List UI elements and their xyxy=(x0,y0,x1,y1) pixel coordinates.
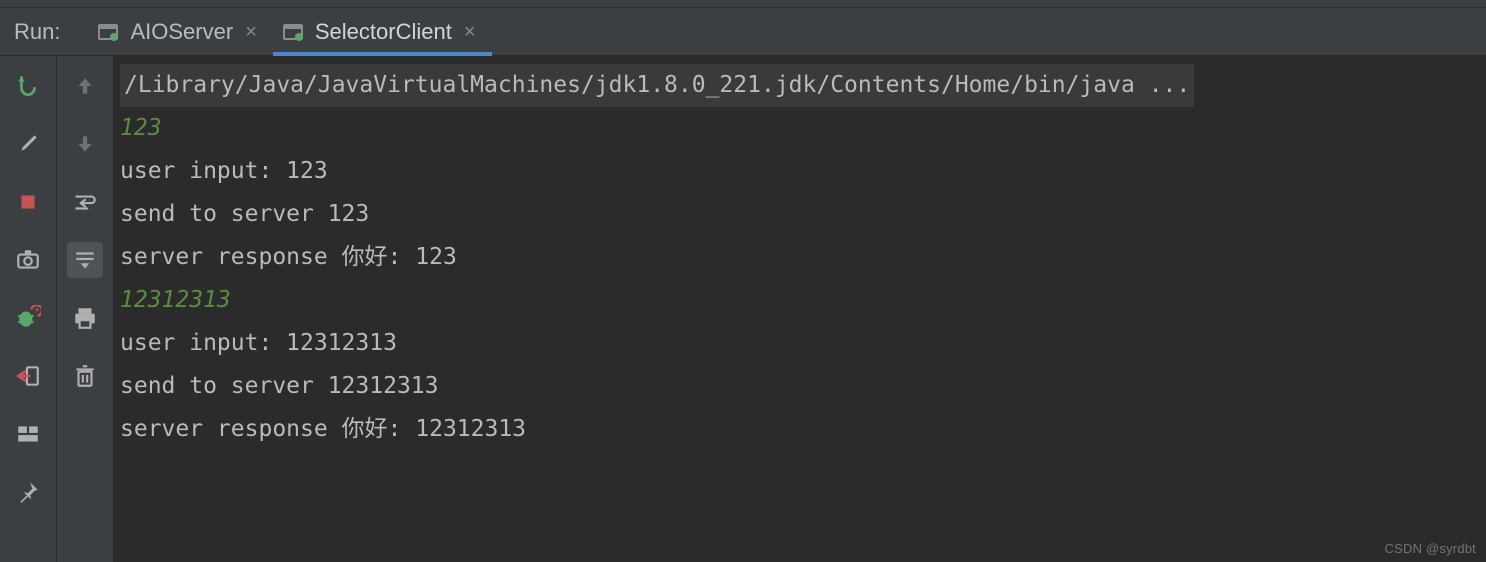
watermark: CSDN @syrdbt xyxy=(1385,541,1476,556)
run-label: Run: xyxy=(14,19,60,45)
rerun-button[interactable] xyxy=(10,68,46,104)
dump-threads-button[interactable] xyxy=(10,242,46,278)
clear-button[interactable] xyxy=(67,358,103,394)
console-line: user input: 123 xyxy=(120,150,1480,193)
attach-debugger-button[interactable] xyxy=(10,300,46,336)
pin-button[interactable] xyxy=(10,474,46,510)
close-icon[interactable]: × xyxy=(243,22,259,42)
tab-label: AIOServer xyxy=(130,19,233,45)
console-line: 12312313 xyxy=(120,279,1480,322)
soft-wrap-button[interactable] xyxy=(67,184,103,220)
console-line: 123 xyxy=(120,107,1480,150)
console-line: /Library/Java/JavaVirtualMachines/jdk1.8… xyxy=(120,64,1480,107)
run-body: /Library/Java/JavaVirtualMachines/jdk1.8… xyxy=(0,56,1486,562)
edit-config-button[interactable] xyxy=(10,126,46,162)
console-line: send to server 12312313 xyxy=(120,365,1480,408)
console-output[interactable]: /Library/Java/JavaVirtualMachines/jdk1.8… xyxy=(114,56,1486,562)
console-toolbar xyxy=(57,56,114,562)
console-line: server response 你好: 12312313 xyxy=(120,408,1480,451)
layout-button[interactable] xyxy=(10,416,46,452)
app-icon xyxy=(283,23,305,41)
console-line: send to server 123 xyxy=(120,193,1480,236)
console-line: server response 你好: 123 xyxy=(120,236,1480,279)
exit-button[interactable] xyxy=(10,358,46,394)
scroll-to-end-button[interactable] xyxy=(67,242,103,278)
tab-selectorclient[interactable]: SelectorClient × xyxy=(273,8,492,56)
app-icon xyxy=(98,23,120,41)
print-button[interactable] xyxy=(67,300,103,336)
stop-button[interactable] xyxy=(10,184,46,220)
close-icon[interactable]: × xyxy=(462,22,478,42)
up-button[interactable] xyxy=(67,68,103,104)
run-toolbar-outer xyxy=(0,56,57,562)
console-line: user input: 12312313 xyxy=(120,322,1480,365)
tab-aioserver[interactable]: AIOServer × xyxy=(88,8,272,56)
run-tool-header: Run: AIOServer × SelectorClient × xyxy=(0,8,1486,56)
tab-label: SelectorClient xyxy=(315,19,452,45)
down-button[interactable] xyxy=(67,126,103,162)
